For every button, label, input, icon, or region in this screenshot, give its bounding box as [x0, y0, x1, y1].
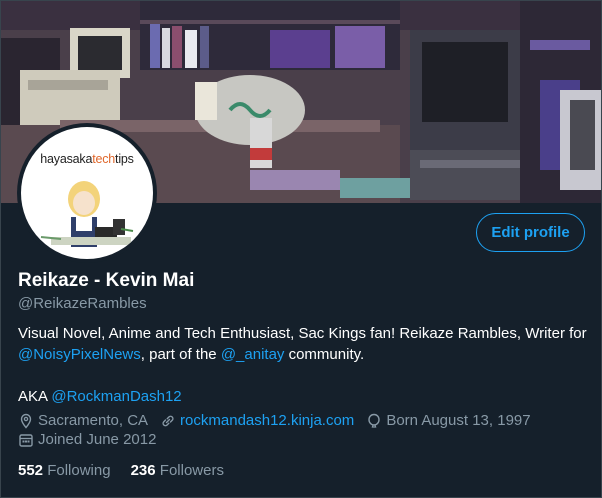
avatar-image[interactable]: hayasakatechtips: [21, 127, 153, 259]
followers-label: Followers: [159, 462, 224, 479]
edit-profile-button[interactable]: Edit profile: [476, 213, 585, 252]
birth-text: Born August 13, 1997: [386, 412, 531, 429]
profile-joined: Joined June 2012: [18, 431, 156, 448]
calendar-icon: [19, 433, 33, 447]
followers-count: 236: [130, 462, 156, 479]
location-pin-icon: [20, 413, 32, 429]
profile-name: Reikaze - Kevin Mai: [18, 270, 195, 291]
website-link[interactable]: rockmandash12.kinja.com: [180, 412, 354, 429]
bio-aka-text: AKA: [18, 388, 52, 405]
mention-rockmandash12-link[interactable]: @RockmanDash12: [51, 388, 181, 405]
link-icon: [162, 415, 174, 426]
location-text: Sacramento, CA: [38, 412, 149, 429]
following-label: Following: [47, 462, 111, 479]
mention-anitay-link[interactable]: @_anitay: [221, 346, 285, 363]
profile-website: rockmandash12.kinja.com: [160, 412, 354, 429]
profile-stats: 552 Following 236 Followers: [18, 462, 244, 479]
bio-text: Visual Novel, Anime and Tech Enthusiast,…: [18, 325, 587, 342]
profile-meta-row-2: Joined June 2012: [18, 431, 168, 448]
followers-link[interactable]: 236 Followers: [131, 462, 224, 479]
profile-location: Sacramento, CA: [18, 412, 148, 429]
following-link[interactable]: 552 Following: [18, 462, 111, 479]
avatar-illustration: [40, 181, 134, 247]
profile-handle: @ReikazeRambles: [18, 295, 147, 312]
profile-birthdate: Born August 13, 1997: [366, 412, 531, 429]
mention-noisypixelnews-link[interactable]: @NoisyPixelNews: [18, 346, 141, 363]
profile-meta-row: Sacramento, CA rockmandash12.kinja.com B…: [18, 412, 543, 429]
bio-text-mid: , part of the: [140, 346, 221, 363]
joined-text: Joined June 2012: [38, 431, 157, 448]
following-count: 552: [18, 462, 44, 479]
bio-text-end: community.: [284, 346, 365, 363]
balloon-icon: [368, 413, 381, 428]
profile-bio: Visual Novel, Anime and Tech Enthusiast,…: [18, 323, 588, 407]
avatar[interactable]: hayasakatechtips: [17, 123, 157, 263]
